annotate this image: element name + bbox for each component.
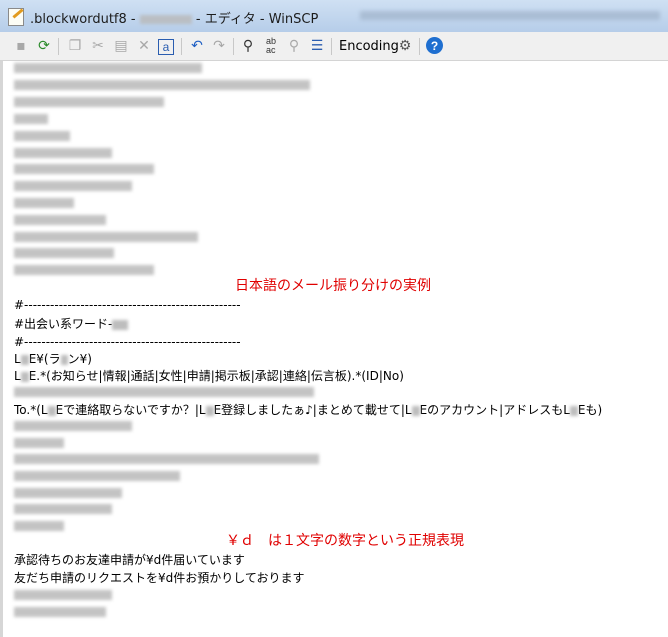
text-fragment: E登録しましたぁ♪|まとめて載せて|L [213,403,412,417]
window-title: .blockwordutf8 - - エディタ - WinSCP [30,8,318,27]
redacted-line [14,148,112,158]
editor-line-approval: 承認待ちのお友達申請が¥d件届いています [14,553,245,567]
redacted-fragment [20,371,29,382]
redacted-line [14,215,106,225]
editor-line-separator: #---------------------------------------… [14,335,241,349]
editor-line-separator: #---------------------------------------… [14,298,241,312]
save-icon[interactable]: ▪ [12,37,30,55]
redacted-line [14,80,310,90]
redacted-host [139,15,192,24]
text-fragment: E.*(お知らせ|情報|通話|女性|申請|掲示板|承認|連絡|伝言板).*(ID… [28,369,404,383]
gear-icon[interactable]: ⚙ [396,37,414,55]
cut-icon[interactable]: ✂ [89,37,107,55]
redacted-line [14,590,112,600]
encoding-button[interactable]: Encoding [339,39,399,54]
editor-line-to-pattern: To.*(L Eで連絡取らないですか？|L E登録しましたぁ♪|まとめて載せて|L E… [14,402,602,418]
text-fragment: To.*(L [14,403,48,417]
redacted-line [14,232,198,242]
editor-line-friend-request: 友だち申請のリクエストを¥d件お預かりしております [14,571,305,585]
redacted-line [14,97,164,107]
redacted-fragment [411,405,420,416]
undo-icon[interactable]: ↶ [188,37,206,55]
help-icon[interactable]: ? [426,37,443,54]
redacted-line [14,521,64,531]
title-bar: .blockwordutf8 - - エディタ - WinSCP [0,0,668,33]
toolbar-separator [233,38,234,55]
editor-line-line-app: L E¥(ラ ン¥) [14,351,92,367]
redacted-fragment [20,354,29,365]
redacted-line [14,198,74,208]
redacted-fragment [205,405,214,416]
window-file-name: .blockwordutf8 - [30,12,140,27]
text-fragment: L [14,352,21,366]
redacted-fragment [112,319,129,330]
redacted-line [14,607,106,617]
redacted-line [14,248,114,258]
text-fragment: Eのアカウント|アドレスもL [419,403,570,417]
annotation-heading: 日本語のメール振り分けの実例 [235,278,431,294]
redacted-line [14,181,132,191]
annotation-regex-note: ￥ｄ は１文字の数字という正規表現 [226,533,464,549]
delete-icon[interactable]: ✕ [135,37,153,55]
toolbar-separator [58,38,59,55]
editor-line-keywords: L E.*(お知らせ|情報|通話|女性|申請|掲示板|承認|連絡|伝言板).*(I… [14,368,404,384]
redacted-line [14,421,132,431]
text-fragment: E¥(ラ [28,352,61,366]
text-fragment: L [14,369,21,383]
text-fragment: Eで連絡取らないですか？|L [55,403,206,417]
go-to-line-icon[interactable]: ☰ [308,37,326,55]
redacted-line [14,488,122,498]
text-fragment: Eも) [577,403,603,417]
text-fragment: ン¥) [67,352,92,366]
replace-icon[interactable]: ab ac [262,37,280,55]
redacted-fragment [47,405,56,416]
redacted-line [14,438,64,448]
section-comment-text: #出会い系ワード- [14,317,113,331]
window-title-suffix: - エディタ - WinSCP [191,12,319,27]
copy-icon[interactable]: ❐ [66,37,84,55]
redo-icon[interactable]: ↷ [210,37,228,55]
notepad-icon [8,8,24,26]
redacted-fragment [569,405,578,416]
toolbar-separator [331,38,332,55]
toolbar-separator [181,38,182,55]
find-icon[interactable]: ⚲ [239,37,257,55]
redacted-line [14,63,202,73]
redacted-line [14,114,48,124]
redacted-fragment [60,354,68,365]
paste-icon[interactable]: ▤ [112,37,130,55]
redacted-line [14,265,154,275]
editor-line-section-comment: #出会い系ワード- [14,316,129,332]
redacted-line [14,387,314,397]
redacted-line [14,504,112,514]
redacted-line [14,131,70,141]
select-all-icon[interactable]: a [158,39,174,55]
redacted-line [14,164,154,174]
editor-toolbar: ▪ ⟳ ❐ ✂ ▤ ✕ a ↶ ↷ ⚲ ab ac ⚲ ☰ Encoding ⚙ … [0,32,668,61]
redacted-line [14,471,180,481]
reload-icon[interactable]: ⟳ [35,37,53,55]
background-window-ghost [360,11,660,20]
text-editor[interactable]: 日本語のメール振り分けの実例 #------------------------… [0,61,668,637]
redacted-line [14,454,319,464]
toolbar-separator [419,38,420,55]
find-next-icon[interactable]: ⚲ [285,37,303,55]
